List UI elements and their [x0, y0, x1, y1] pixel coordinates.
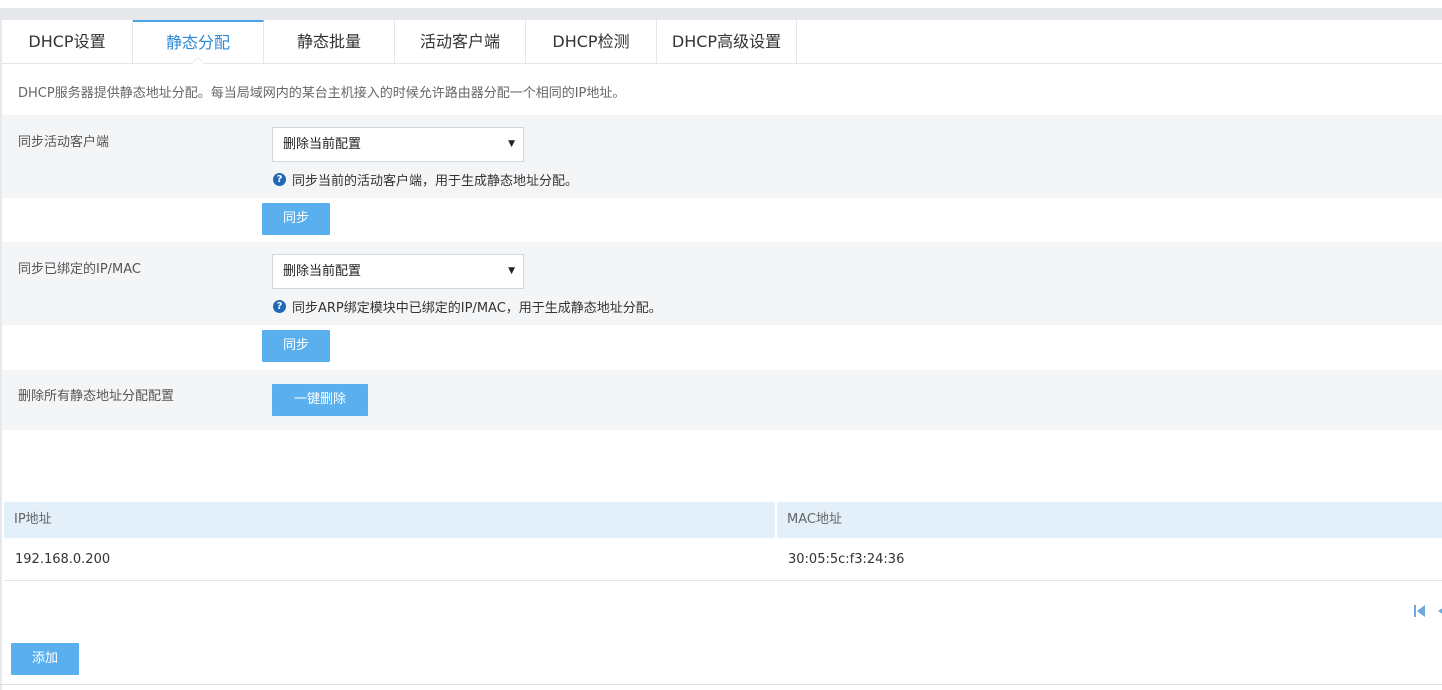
question-circle-icon: ?	[273, 300, 286, 313]
triangle-down-icon: ▼	[508, 139, 515, 149]
delete-all-row: 删除所有静态地址分配配置 一键删除	[2, 370, 1442, 430]
sync-bound-hint: ? 同步ARP绑定模块中已绑定的IP/MAC，用于生成静态地址分配。	[273, 297, 662, 316]
page-description: DHCP服务器提供静态地址分配。每当局域网内的某台主机接入的时候允许路由器分配一…	[18, 86, 626, 101]
tab-label: 活动客户端	[419, 32, 500, 51]
tab-label: DHCP设置	[28, 32, 106, 51]
tab-dhcp-settings[interactable]: DHCP设置	[2, 20, 133, 63]
cell-ip: 192.168.0.200	[15, 552, 111, 567]
column-header-mac[interactable]: MAC地址	[777, 502, 1442, 538]
tab-dhcp-detection[interactable]: DHCP检测	[526, 20, 657, 63]
cell-mac: 30:05:5c:f3:24:36	[788, 552, 905, 567]
delete-all-button[interactable]: 一键删除	[272, 384, 368, 416]
active-tab-caret	[191, 57, 205, 64]
tab-label: DHCP高级设置	[671, 32, 782, 51]
bottom-divider	[0, 684, 1442, 685]
tab-static-allocation[interactable]: 静态分配	[133, 20, 264, 64]
sync-bound-select[interactable]: 删除当前配置 ▼	[272, 254, 524, 289]
tab-label: 静态批量	[296, 32, 361, 51]
tab-static-batch[interactable]: 静态批量	[264, 20, 395, 63]
add-button[interactable]: 添加	[11, 643, 79, 675]
tab-bar: DHCP设置 静态分配 静态批量 活动客户端 DHCP检测 DHCP高级设置	[2, 20, 1442, 64]
sync-bound-label: 同步已绑定的IP/MAC	[18, 262, 142, 277]
sync-clients-select[interactable]: 删除当前配置 ▼	[272, 127, 524, 162]
table-row[interactable]: 192.168.0.200 30:05:5c:f3:24:36	[4, 539, 1442, 581]
table-header: IP地址 MAC地址	[4, 502, 1442, 538]
tab-label: DHCP检测	[552, 32, 630, 51]
tab-active-clients[interactable]: 活动客户端	[395, 20, 526, 63]
sync-clients-hint: ? 同步当前的活动客户端，用于生成静态地址分配。	[273, 170, 578, 189]
hint-text: 同步ARP绑定模块中已绑定的IP/MAC，用于生成静态地址分配。	[292, 301, 662, 316]
tab-label: 静态分配	[165, 33, 230, 52]
delete-all-label: 删除所有静态地址分配配置	[18, 389, 175, 404]
sync-bound-row: 同步已绑定的IP/MAC 删除当前配置 ▼ ? 同步ARP绑定模块中已绑定的IP…	[2, 242, 1442, 325]
first-page-icon[interactable]	[1414, 604, 1426, 618]
column-header-ip[interactable]: IP地址	[4, 502, 775, 538]
pagination	[1414, 604, 1442, 618]
sync-clients-button[interactable]: 同步	[262, 203, 330, 235]
top-strip	[0, 8, 1442, 20]
sync-bound-button[interactable]: 同步	[262, 330, 330, 362]
question-circle-icon: ?	[273, 173, 286, 186]
select-value: 删除当前配置	[283, 137, 362, 152]
sync-clients-row: 同步活动客户端 删除当前配置 ▼ ? 同步当前的活动客户端，用于生成静态地址分配…	[2, 115, 1442, 198]
tab-dhcp-advanced[interactable]: DHCP高级设置	[657, 20, 797, 63]
prev-page-icon[interactable]	[1436, 604, 1442, 618]
triangle-down-icon: ▼	[508, 266, 515, 276]
top-bar	[0, 0, 1442, 20]
sync-clients-label: 同步活动客户端	[18, 135, 110, 150]
hint-text: 同步当前的活动客户端，用于生成静态地址分配。	[292, 174, 579, 189]
select-value: 删除当前配置	[283, 264, 362, 279]
